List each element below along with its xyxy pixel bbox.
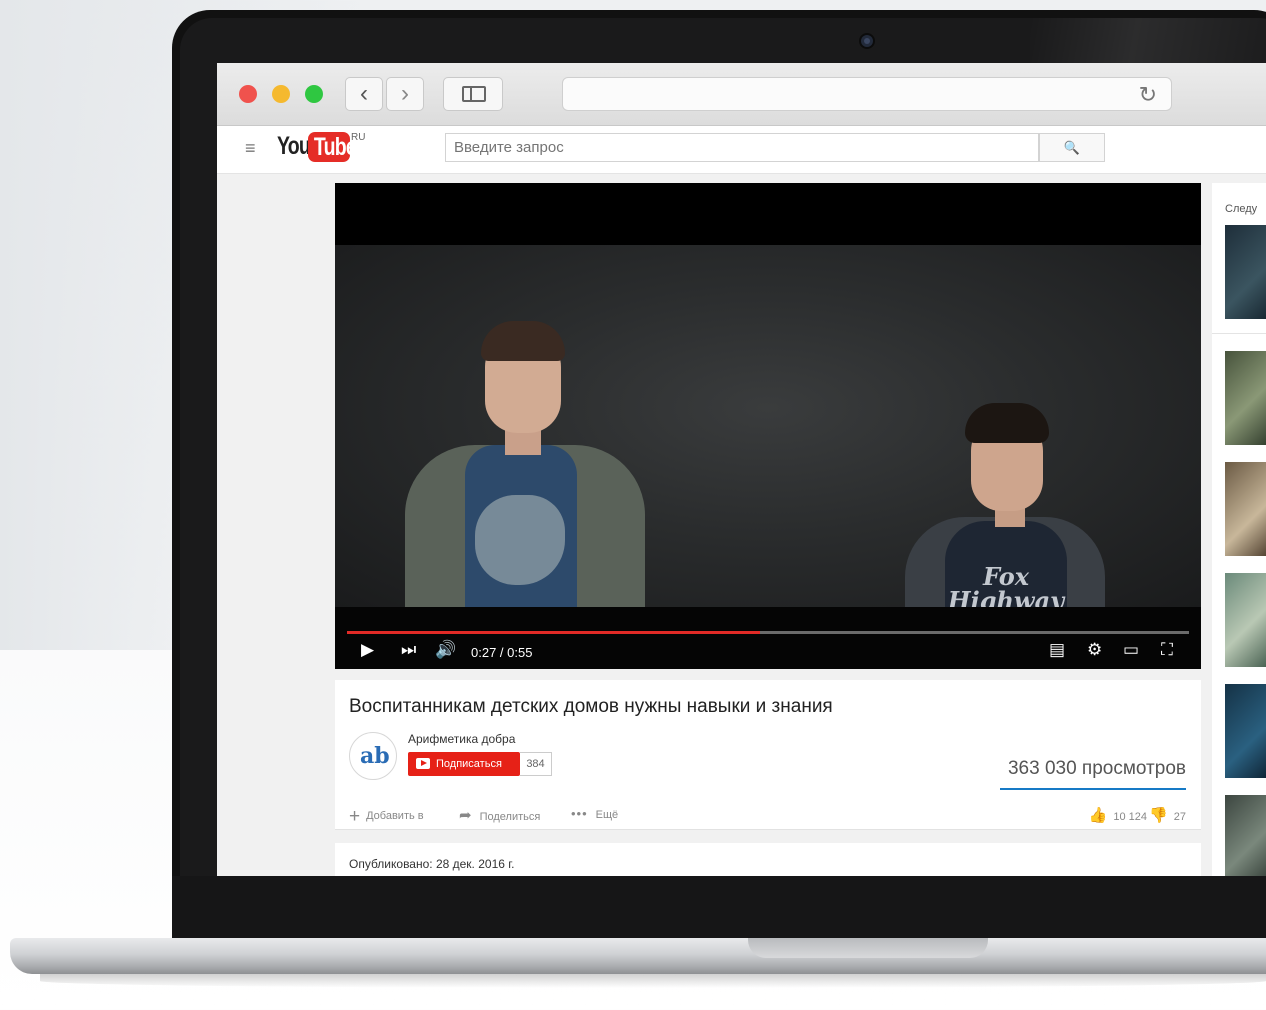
forward-arrow-icon: › [401,80,409,107]
video-title: Воспитанникам детских домов нужны навыки… [349,696,833,717]
player-control-bar [335,607,1201,669]
time-display: 0:27 / 0:55 [471,645,533,660]
left-boy-shirt-print [475,495,565,585]
like-count: 10 124 [1113,811,1147,823]
dislike-button[interactable]: 👎 27 [1149,806,1186,824]
video-player[interactable]: Fox Highway ▶ ⏭ 🔊 0:27 / 0:55 ▤ ⚙ ▭ ⛶ [335,183,1201,669]
channel-name[interactable]: Арифметика добра [408,732,515,746]
add-to-label: Добавить в [366,810,424,822]
description-card: Опубликовано: 28 дек. 2016 г. [335,843,1201,876]
youtube-play-icon [416,758,430,769]
laptop-base [10,938,1266,974]
subscribe-button[interactable]: Подписаться [408,752,520,776]
up-next-label: Следу [1225,203,1258,215]
logo-region: RU [351,132,366,143]
related-video-thumbnail[interactable] [1225,795,1266,876]
sidebar-icon [462,86,486,102]
thumbs-up-icon: 👍 [1088,807,1108,824]
play-icon[interactable]: ▶ [361,639,374,661]
laptop-shadow [40,974,1266,988]
progress-bar[interactable] [347,631,1189,634]
video-info-card: Воспитанникам детских домов нужны навыки… [335,680,1201,830]
back-button[interactable]: ‹ [345,77,383,111]
thumbs-down-icon: 👎 [1149,807,1168,824]
subtitles-icon[interactable]: ▤ [1049,639,1065,661]
channel-logo-icon: ab [360,743,390,769]
search-button[interactable]: 🔍 [1039,133,1105,162]
progress-fill [347,631,760,634]
like-button[interactable]: 👍 10 124 [1089,806,1147,824]
window-minimize-button[interactable] [272,85,290,103]
sidebar-divider [1212,333,1266,334]
related-video-thumbnail[interactable] [1225,351,1266,445]
volume-icon[interactable]: 🔊 [435,639,456,661]
published-date: Опубликовано: 28 дек. 2016 г. [349,857,515,871]
back-arrow-icon: ‹ [360,80,368,107]
laptop-lid-notch [748,938,988,958]
window-close-button[interactable] [239,85,257,103]
logo-tube-badge: Tube [308,132,357,162]
theater-mode-icon[interactable]: ▭ [1123,639,1139,661]
share-arrow-icon: ➦ [459,807,472,824]
plus-icon: + [349,806,361,827]
like-ratio-bar [1000,788,1186,790]
fullscreen-icon[interactable]: ⛶ [1161,639,1173,661]
channel-avatar[interactable]: ab [349,732,397,780]
menu-icon[interactable]: ≡ [245,138,256,159]
sidebar-toggle-button[interactable] [443,77,503,111]
related-video-thumbnail[interactable] [1225,462,1266,556]
next-icon[interactable]: ⏭ [401,639,416,661]
reload-icon[interactable]: ↻ [1139,82,1157,108]
youtube-header: ≡ You Tube RU 🔍 [217,126,1266,174]
related-videos-sidebar: Следу [1212,183,1266,876]
laptop-screen: ‹ › ↻ ≡ You Tube RU 🔍 Fox Highway [217,63,1266,876]
view-count: 363 030 просмотров [1007,758,1186,779]
more-dots-icon: ••• [571,806,588,821]
webcam-icon [861,35,873,47]
search-icon: 🔍 [1063,140,1081,155]
laptop-bottom-bezel [172,876,1266,938]
address-bar[interactable]: ↻ [562,77,1172,111]
settings-gear-icon[interactable]: ⚙ [1087,639,1102,661]
share-label: Поделиться [479,811,541,823]
right-boy-hair [965,403,1049,443]
video-frame: Fox Highway [335,245,1201,669]
related-video-thumbnail[interactable] [1225,684,1266,778]
forward-button[interactable]: › [386,77,424,111]
add-to-button[interactable]: + Добавить в [349,806,424,828]
left-boy-hair [481,321,565,361]
browser-toolbar: ‹ › ↻ [217,63,1266,126]
subscribe-label: Подписаться [436,758,502,770]
subscriber-count: 384 [520,752,552,776]
share-button[interactable]: ➦ Поделиться [459,806,540,824]
dislike-count: 27 [1173,811,1186,823]
right-boy-shirt-text: Fox Highway [947,562,1065,615]
search-input[interactable] [445,133,1039,162]
related-video-thumbnail[interactable] [1225,573,1266,667]
logo-you-text: You [277,132,311,160]
window-zoom-button[interactable] [305,85,323,103]
more-label: Ещё [595,809,619,821]
related-video-thumbnail[interactable] [1225,225,1266,319]
more-button[interactable]: ••• Ещё [571,806,618,821]
